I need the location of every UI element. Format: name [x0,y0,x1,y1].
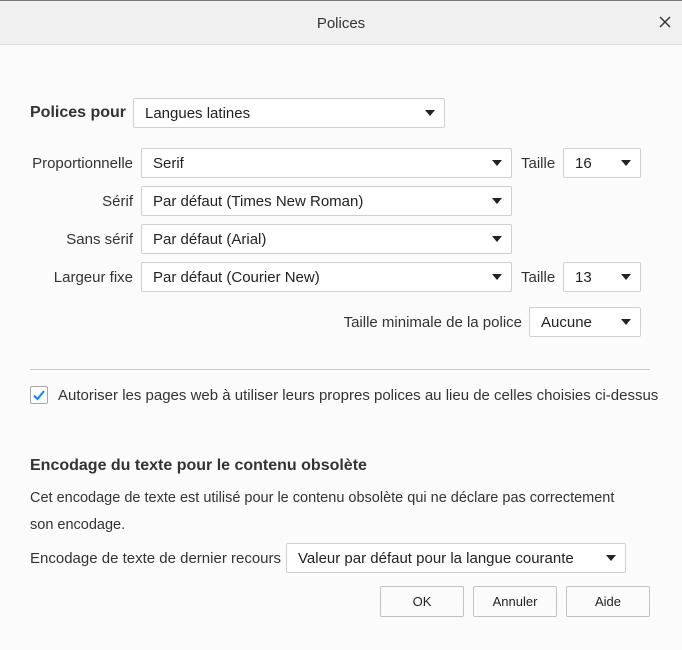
checkmark-icon [33,390,45,401]
cancel-button[interactable]: Annuler [473,586,557,617]
allow-fonts-label[interactable]: Autoriser les pages web à utiliser leurs… [58,387,658,404]
min-size-label: Taille minimale de la police [343,314,522,331]
monospace-size-select[interactable]: 13 [563,262,641,292]
chevron-down-icon [621,160,631,166]
chevron-down-icon [606,555,616,561]
separator [30,369,650,370]
serif-value: Par défaut (Times New Roman) [153,193,364,210]
dialog-title: Polices [316,15,366,32]
fallback-encoding-label: Encodage de texte de dernier recours [30,550,281,567]
monospace-select[interactable]: Par défaut (Courier New) [141,262,512,292]
chevron-down-icon [621,274,631,280]
proportional-label: Proportionnelle [32,155,133,172]
sans-serif-label: Sans sérif [66,231,133,248]
chevron-down-icon [492,236,502,242]
proportional-size-select[interactable]: 16 [563,148,641,178]
monospace-label: Largeur fixe [53,269,133,286]
monospace-size-value: 13 [575,269,592,286]
chevron-down-icon [425,110,435,116]
proportional-select[interactable]: Serif [141,148,512,178]
proportional-size-label: Taille [521,155,556,172]
proportional-size-value: 16 [575,155,592,172]
fonts-for-select[interactable]: Langues latines [133,98,445,128]
encoding-heading: Encodage du texte pour le contenu obsolè… [30,457,367,474]
chevron-down-icon [492,198,502,204]
fallback-encoding-select[interactable]: Valeur par défaut pour la langue courant… [286,543,626,573]
fonts-for-label: Polices pour [30,104,127,121]
serif-label: Sérif [102,193,133,210]
fonts-for-value: Langues latines [145,105,251,122]
chevron-down-icon [492,274,502,280]
monospace-size-label: Taille [521,269,556,286]
chevron-down-icon [621,319,631,325]
allow-fonts-checkbox[interactable] [30,386,48,404]
chevron-down-icon [492,160,502,166]
close-icon [659,16,671,28]
help-button[interactable]: Aide [566,586,650,617]
serif-select[interactable]: Par défaut (Times New Roman) [141,186,512,216]
ok-button[interactable]: OK [380,586,464,617]
encoding-description-line2: son encodage. [30,517,126,533]
fallback-encoding-value: Valeur par défaut pour la langue courant… [298,550,574,567]
close-button[interactable] [654,11,676,33]
sans-serif-value: Par défaut (Arial) [153,231,267,248]
sans-serif-select[interactable]: Par défaut (Arial) [141,224,512,254]
title-bar: Polices [0,0,682,45]
min-size-value: Aucune [541,314,592,331]
monospace-value: Par défaut (Courier New) [153,269,320,286]
encoding-description-line1: Cet encodage de texte est utilisé pour l… [30,490,615,506]
min-size-select[interactable]: Aucune [529,307,641,337]
proportional-value: Serif [153,155,184,172]
